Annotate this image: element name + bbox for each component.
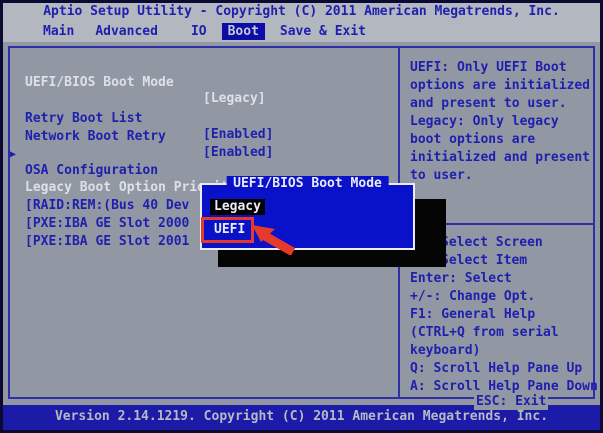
boot-option-row[interactable]: [PXE:IBA GE Slot 2001 <box>3 218 189 249</box>
boot-option-row[interactable]: [RAID:REM:(Bus 40 Dev <box>3 182 189 213</box>
legend-general-help: F1: General Help <box>410 307 536 322</box>
help-text-line: boot options are <box>410 132 536 147</box>
option-row-retry-boot-list[interactable]: Retry Boot List [Enabled] <box>3 95 273 142</box>
option-row-boot-mode[interactable]: UEFI/BIOS Boot Mode [Legacy] <box>3 59 266 106</box>
title-bar: Aptio Setup Utility - Copyright (C) 2011… <box>3 3 600 21</box>
popup-title: UEFI/BIOS Boot Mode <box>226 176 389 192</box>
section-header: Legacy Boot Option Priority <box>25 180 237 195</box>
legend-enter-select: Enter: Select <box>410 271 512 286</box>
help-text-line: UEFI: Only UEFI Boot <box>410 60 567 75</box>
legend-keyboard: keyboard) <box>410 343 481 358</box>
option-value: [Enabled] <box>203 145 274 160</box>
option-value: [Legacy] <box>203 91 266 106</box>
option-label: Retry Boot List <box>25 111 143 126</box>
bios-setup-screen: Aptio Setup Utility - Copyright (C) 2011… <box>0 0 603 433</box>
tab-advanced[interactable]: Advanced <box>89 23 164 40</box>
annotation-arrow-icon <box>252 225 296 255</box>
option-label: OSA Configuration <box>25 163 159 178</box>
tab-save-exit[interactable]: Save & Exit <box>274 23 372 40</box>
help-text-line: Legacy: Only legacy <box>410 114 559 129</box>
option-value: [Enabled] <box>203 127 274 142</box>
annotation-highlight-box <box>201 217 254 243</box>
option-row-osa-configuration[interactable]: ▶ OSA Configuration <box>3 131 158 178</box>
legend-select-item: Select Item <box>441 253 528 268</box>
option-row-network-boot-retry[interactable]: Network Boot Retry [Enabled] <box>3 113 273 160</box>
help-text-line: and present to user. <box>410 96 567 111</box>
legend-esc-exit: ESC: Exit <box>474 394 549 410</box>
popup-option-legacy[interactable]: Legacy <box>210 199 265 215</box>
legend-ctrl-q: (CTRL+Q from serial <box>410 325 559 340</box>
help-text-line: to user. <box>410 168 473 183</box>
help-text-line: initialized and present <box>410 150 591 165</box>
tab-boot[interactable]: Boot <box>221 23 265 40</box>
option-label: Network Boot Retry <box>25 129 166 144</box>
legend-scroll-up: Q: Scroll Help Pane Up <box>410 361 583 376</box>
menu-bar: Main Advanced IO Boot Save & Exit <box>3 21 600 42</box>
submenu-arrow-icon: ▶ <box>10 149 17 160</box>
option-label: UEFI/BIOS Boot Mode <box>25 75 174 90</box>
tab-io[interactable]: IO <box>185 23 213 40</box>
boot-mode-popup: UEFI/BIOS Boot Mode Legacy UEFI <box>200 176 415 250</box>
legend-select-screen: Select Screen <box>441 235 543 250</box>
tab-main[interactable]: Main <box>37 23 80 40</box>
boot-option-row[interactable]: [PXE:IBA GE Slot 2000 <box>3 200 189 231</box>
help-text-line: options are initialized <box>410 78 591 93</box>
legend-change-opt: +/-: Change Opt. <box>410 289 536 304</box>
